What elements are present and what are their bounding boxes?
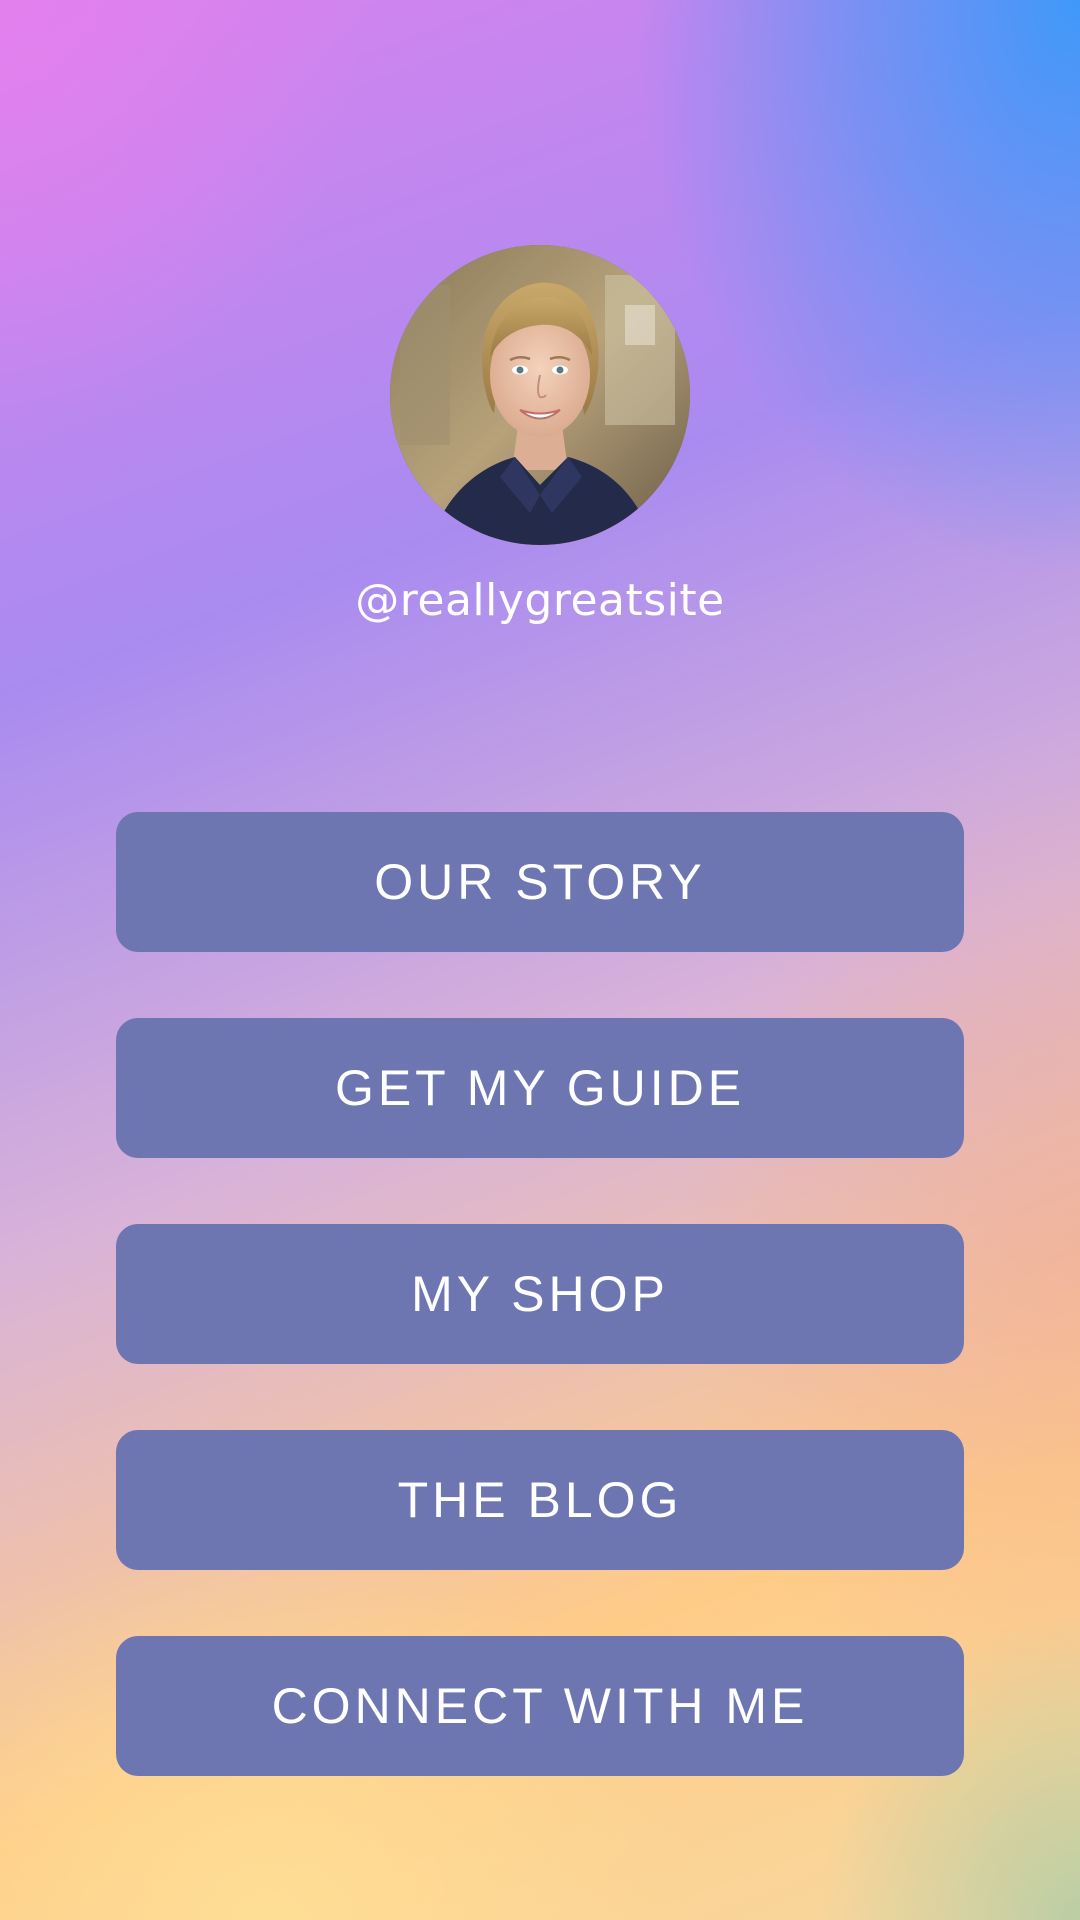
- link-list: OUR STORY GET MY GUIDE MY SHOP THE BLOG …: [116, 812, 964, 1776]
- profile-handle: @reallygreatsite: [355, 575, 725, 626]
- avatar[interactable]: [390, 245, 690, 545]
- get-my-guide-button[interactable]: GET MY GUIDE: [116, 1018, 964, 1158]
- the-blog-button[interactable]: THE BLOG: [116, 1430, 964, 1570]
- my-shop-button[interactable]: MY SHOP: [116, 1224, 964, 1364]
- our-story-button[interactable]: OUR STORY: [116, 812, 964, 952]
- connect-with-me-button[interactable]: CONNECT WITH ME: [116, 1636, 964, 1776]
- profile-photo: [390, 245, 690, 545]
